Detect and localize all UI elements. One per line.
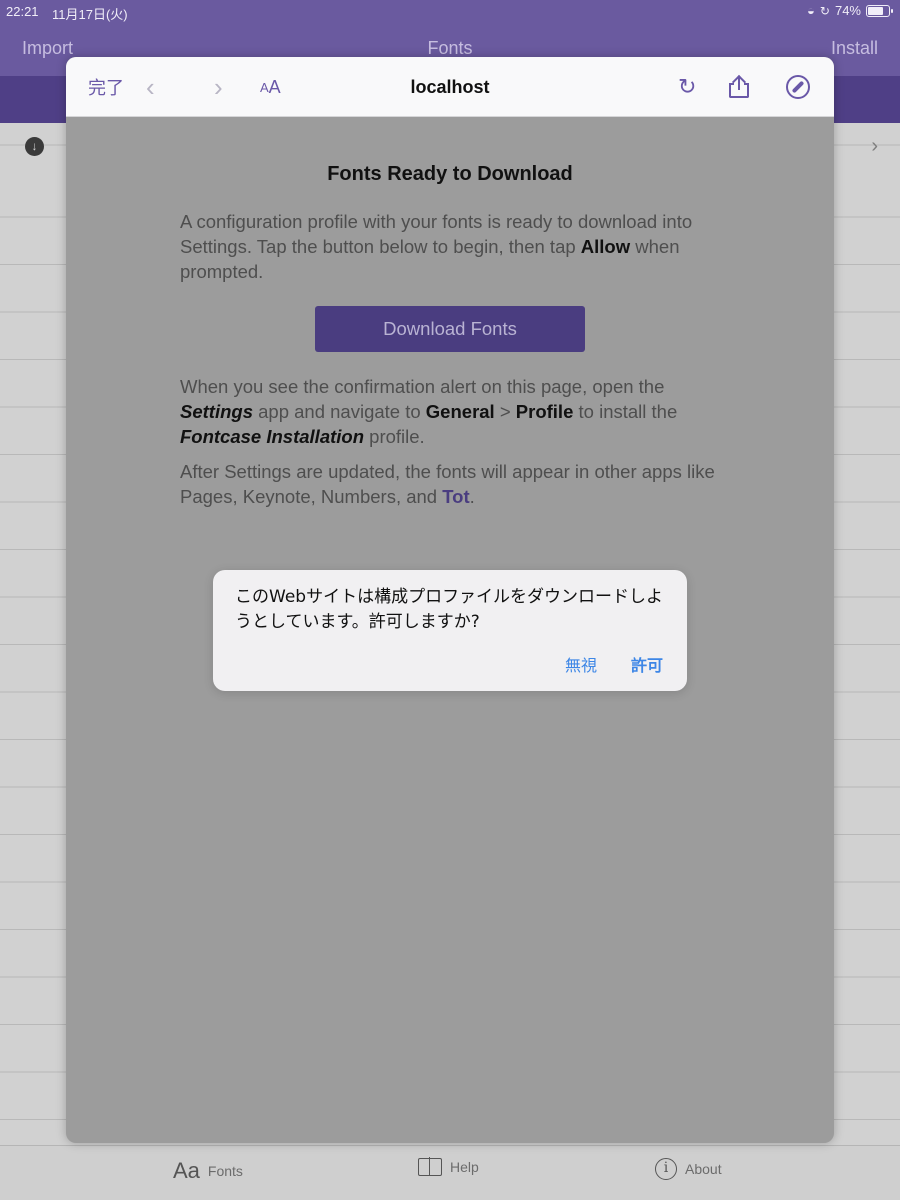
battery-icon: [866, 4, 893, 17]
back-icon[interactable]: ‹: [146, 57, 155, 117]
battery-fill: [868, 6, 883, 15]
general-emphasis: General: [425, 401, 495, 422]
app-title: Fonts: [427, 38, 473, 58]
text-size-small-a: A: [260, 79, 269, 95]
tab-bar: Aa Fonts Help i About: [0, 1145, 900, 1200]
tab-about[interactable]: i About: [655, 1158, 722, 1180]
install-button[interactable]: Install: [831, 38, 878, 59]
compass-icon: [786, 75, 810, 99]
book-icon: [418, 1157, 442, 1176]
profile-download-alert: このWebサイトは構成プロファイルをダウンロードしようとしています。許可しますか…: [213, 570, 687, 691]
address-host[interactable]: localhost: [66, 57, 834, 117]
share-icon: [729, 74, 749, 98]
fonts-tab-icon: Aa: [173, 1158, 200, 1183]
status-time: 22:21: [6, 4, 39, 19]
instructions-paragraph: When you see the confirmation alert on t…: [180, 376, 678, 447]
allow-emphasis: Allow: [580, 236, 631, 257]
status-right: ◒ ↻ 74%: [807, 3, 893, 18]
compass-button[interactable]: [786, 57, 810, 117]
info-icon: i: [655, 1158, 677, 1180]
tot-link[interactable]: Tot: [442, 486, 469, 507]
chevron-right-icon[interactable]: ›: [871, 135, 878, 158]
reload-icon[interactable]: ↻: [678, 57, 696, 117]
status-bar: 22:21 11月17日(火) ◒ ↻ 74%: [0, 0, 900, 26]
status-date: 11月17日(火): [52, 7, 128, 22]
download-fonts-button[interactable]: Download Fonts: [315, 306, 585, 352]
text-size-button[interactable]: AA: [260, 57, 281, 117]
tab-fonts[interactable]: Aa Fonts: [173, 1158, 243, 1184]
share-button[interactable]: [729, 57, 749, 117]
forward-icon[interactable]: ›: [214, 57, 223, 117]
settings-emphasis: Settings: [180, 401, 253, 422]
orientation-lock-icon: ↻: [819, 3, 830, 18]
after-settings-paragraph: After Settings are updated, the fonts wi…: [180, 461, 715, 507]
allow-button[interactable]: 許可: [631, 652, 663, 676]
ignore-button[interactable]: 無視: [565, 652, 597, 676]
done-button[interactable]: 完了: [88, 57, 124, 117]
alert-message: このWebサイトは構成プロファイルをダウンロードしようとしています。許可しますか…: [235, 587, 664, 632]
download-icon[interactable]: ↓: [25, 137, 44, 156]
tab-about-label: About: [685, 1161, 722, 1177]
profile-emphasis: Profile: [515, 401, 574, 422]
tab-help-label: Help: [450, 1159, 479, 1175]
page-heading: Fonts Ready to Download: [327, 163, 573, 185]
fontcase-emphasis: Fontcase Installation: [180, 426, 365, 447]
tab-help[interactable]: Help: [418, 1157, 479, 1176]
browser-toolbar: localhost 完了 ‹ › AA ↻: [66, 57, 834, 117]
tab-fonts-label: Fonts: [207, 1163, 243, 1179]
download-button-wrap: Download Fonts: [180, 306, 720, 352]
battery-percent: 74%: [834, 3, 861, 18]
page-content: Fonts Ready to Download A configuration …: [180, 117, 720, 509]
wifi-icon: ◒: [807, 3, 815, 18]
intro-paragraph: A configuration profile with your fonts …: [180, 211, 693, 282]
text-size-large-a: A: [268, 76, 281, 97]
